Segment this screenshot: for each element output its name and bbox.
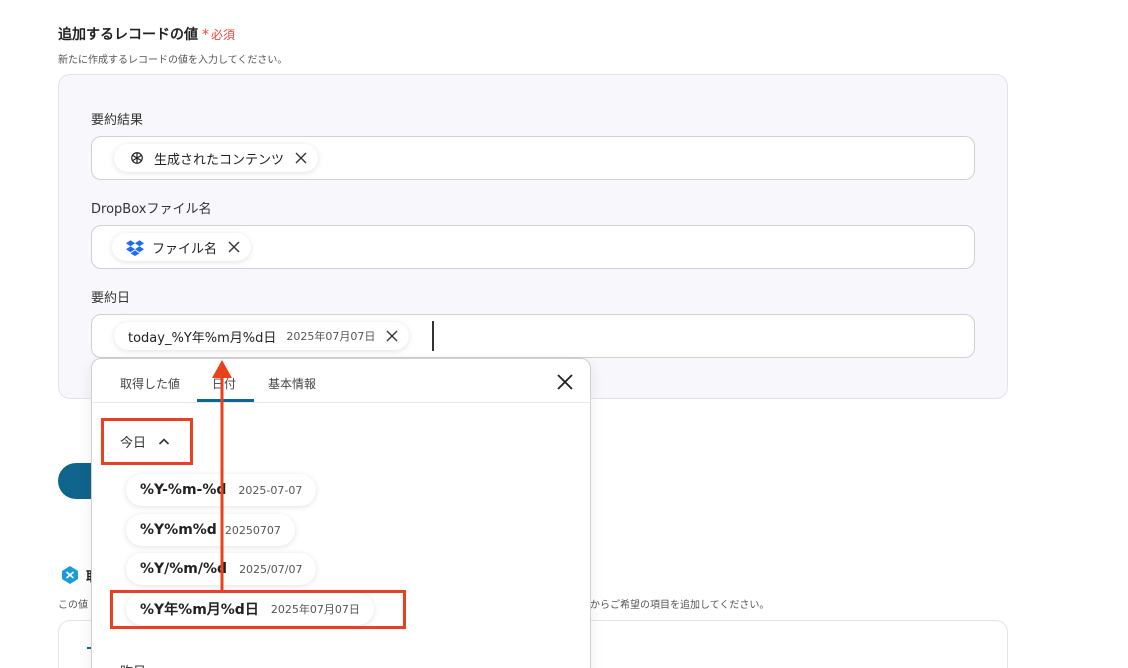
format-option[interactable]: %Y-%m-%d 2025-07-07 xyxy=(126,474,317,506)
highlight-today-box xyxy=(101,418,193,465)
close-icon[interactable] xyxy=(556,373,574,391)
active-tab-indicator xyxy=(197,399,254,402)
tab-acquired-values[interactable]: 取得した値 xyxy=(120,375,180,392)
picker-tabs: 取得した値 日付 基本情報 xyxy=(92,359,590,403)
chip-value: 2025年07月07日 xyxy=(286,330,376,343)
remove-chip-icon[interactable] xyxy=(294,151,308,165)
format-option[interactable]: %Y/%m/%d 2025/07/07 xyxy=(126,553,317,585)
app-badge-icon xyxy=(60,565,80,585)
tab-date[interactable]: 日付 xyxy=(212,375,236,392)
dropbox-filename-label: DropBoxファイル名 xyxy=(91,202,212,217)
required-label: 必須 xyxy=(211,28,236,42)
format-option[interactable]: %Y%m%d 20250707 xyxy=(126,514,295,546)
summary-date-input[interactable]: today_%Y年%m月%d日 2025年07月07日 xyxy=(91,314,975,358)
dropbox-icon xyxy=(126,238,144,256)
lower-section-description-end: からご希望の項目を追加してください。 xyxy=(590,600,770,611)
dropbox-filename-input[interactable]: ファイル名 xyxy=(91,225,975,269)
summary-date-label: 要約日 xyxy=(91,291,131,306)
summary-result-label: 要約結果 xyxy=(91,113,144,128)
date-format-chip[interactable]: today_%Y年%m月%d日 2025年07月07日 xyxy=(114,322,410,350)
section-title: 追加するレコードの値 * 必須 xyxy=(58,27,236,43)
generated-content-chip[interactable]: 生成されたコンテンツ xyxy=(114,144,319,172)
chip-label: ファイル名 xyxy=(152,241,218,257)
filename-chip[interactable]: ファイル名 xyxy=(112,233,252,261)
remove-chip-icon[interactable] xyxy=(227,240,241,254)
openai-icon xyxy=(128,149,146,167)
remove-chip-icon[interactable] xyxy=(385,329,399,343)
lower-section-description-start: この値 xyxy=(58,600,88,611)
required-star: * xyxy=(202,27,209,43)
text-caret xyxy=(432,321,434,351)
chip-label: 生成されたコンテンツ xyxy=(154,152,285,168)
section-description: 新たに作成するレコードの値を入力してください。 xyxy=(58,55,288,66)
highlight-format-box xyxy=(110,590,406,629)
chip-label: today_%Y年%m月%d日 xyxy=(128,330,277,346)
summary-result-input[interactable]: 生成されたコンテンツ xyxy=(91,136,975,180)
tab-basic-info[interactable]: 基本情報 xyxy=(268,375,316,392)
group-yesterday[interactable]: 昨日 xyxy=(120,661,146,668)
